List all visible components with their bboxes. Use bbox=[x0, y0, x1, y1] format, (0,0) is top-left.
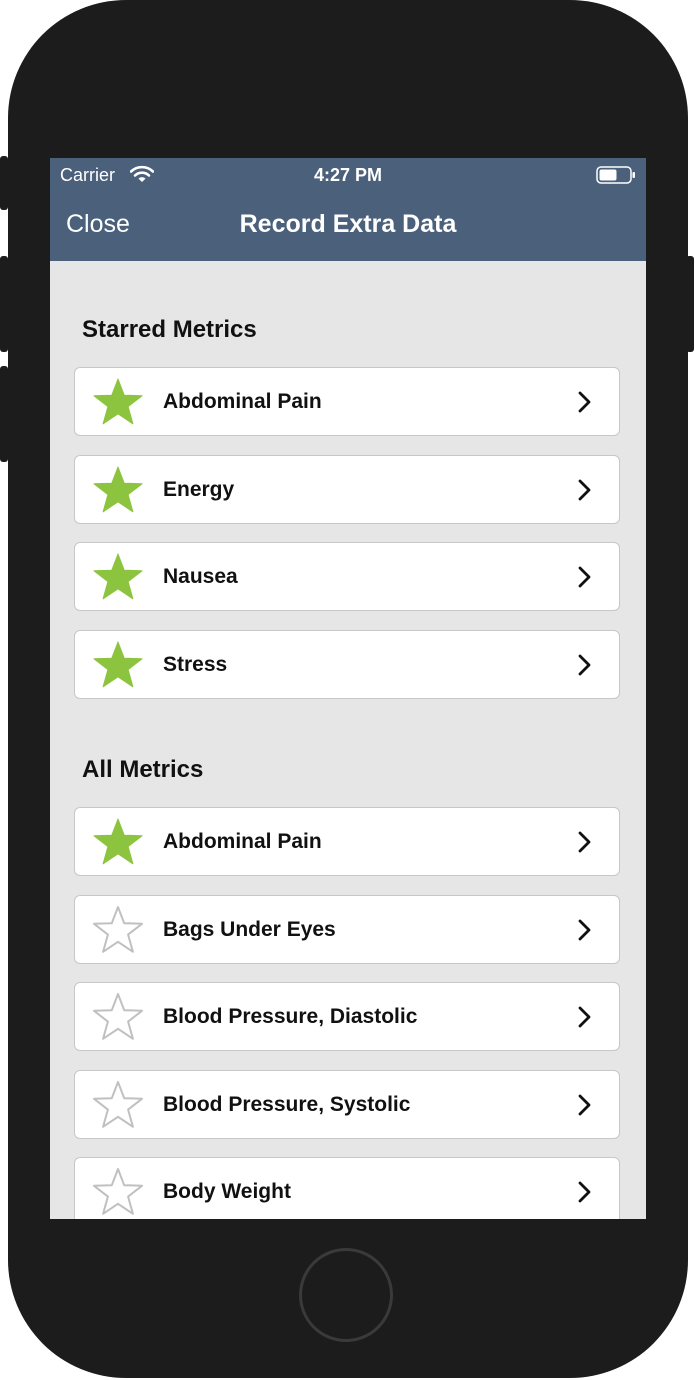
metric-label: Abdominal Pain bbox=[163, 830, 322, 853]
metric-row[interactable]: Stress bbox=[74, 629, 620, 699]
metric-label: Abdominal Pain bbox=[163, 390, 322, 413]
star-outline-icon[interactable] bbox=[91, 1079, 145, 1131]
battery-icon bbox=[596, 166, 635, 184]
screen: Carrier 4:27 PM Close Record Extra Data … bbox=[50, 158, 646, 1219]
mute-switch bbox=[0, 156, 8, 210]
metric-row[interactable]: Abdominal Pain bbox=[74, 367, 620, 436]
metric-row[interactable]: Blood Pressure, Systolic bbox=[74, 1069, 620, 1139]
metric-label: Blood Pressure, Diastolic bbox=[163, 1005, 418, 1028]
all-metrics-header: All Metrics bbox=[82, 756, 204, 783]
chevron-right-icon bbox=[578, 391, 591, 413]
home-button[interactable] bbox=[299, 1248, 393, 1342]
starred-metrics-header: Starred Metrics bbox=[82, 316, 257, 343]
metric-row[interactable]: Energy bbox=[74, 454, 620, 524]
metric-label: Nausea bbox=[163, 565, 238, 588]
chevron-right-icon bbox=[578, 654, 591, 675]
metric-row[interactable]: Nausea bbox=[74, 542, 620, 611]
volume-down-button bbox=[0, 366, 8, 462]
metric-row[interactable]: Blood Pressure, Diastolic bbox=[74, 982, 620, 1051]
star-filled-icon[interactable] bbox=[91, 816, 145, 868]
chevron-right-icon bbox=[578, 1181, 591, 1203]
star-filled-icon[interactable] bbox=[91, 376, 145, 428]
metric-label: Energy bbox=[163, 477, 235, 501]
chevron-right-icon bbox=[578, 479, 591, 500]
chevron-right-icon bbox=[578, 1006, 591, 1028]
page-title: Record Extra Data bbox=[239, 210, 457, 238]
metric-label: Body Weight bbox=[163, 1180, 291, 1203]
status-bar: Carrier 4:27 PM bbox=[50, 158, 646, 192]
chevron-right-icon bbox=[578, 566, 591, 588]
metric-label: Blood Pressure, Systolic bbox=[163, 1092, 411, 1116]
navigation-bar: Close Record Extra Data bbox=[50, 192, 646, 261]
metric-row[interactable]: Body Weight bbox=[74, 1157, 620, 1219]
star-outline-icon[interactable] bbox=[91, 904, 145, 956]
chevron-right-icon bbox=[578, 919, 591, 940]
status-time: 4:27 PM bbox=[313, 165, 383, 185]
star-filled-icon[interactable] bbox=[91, 464, 145, 516]
chevron-right-icon bbox=[578, 1094, 591, 1115]
metric-row[interactable]: Bags Under Eyes bbox=[74, 894, 620, 964]
metric-label: Stress bbox=[163, 652, 228, 676]
star-outline-icon[interactable] bbox=[91, 1166, 145, 1218]
chevron-right-icon bbox=[578, 831, 591, 853]
metric-row[interactable]: Abdominal Pain bbox=[74, 807, 620, 876]
volume-up-button bbox=[0, 256, 8, 352]
star-filled-icon[interactable] bbox=[91, 551, 145, 603]
star-filled-icon[interactable] bbox=[91, 639, 145, 691]
power-button bbox=[686, 256, 694, 352]
metric-label: Bags Under Eyes bbox=[163, 917, 336, 941]
star-outline-icon[interactable] bbox=[91, 991, 145, 1043]
